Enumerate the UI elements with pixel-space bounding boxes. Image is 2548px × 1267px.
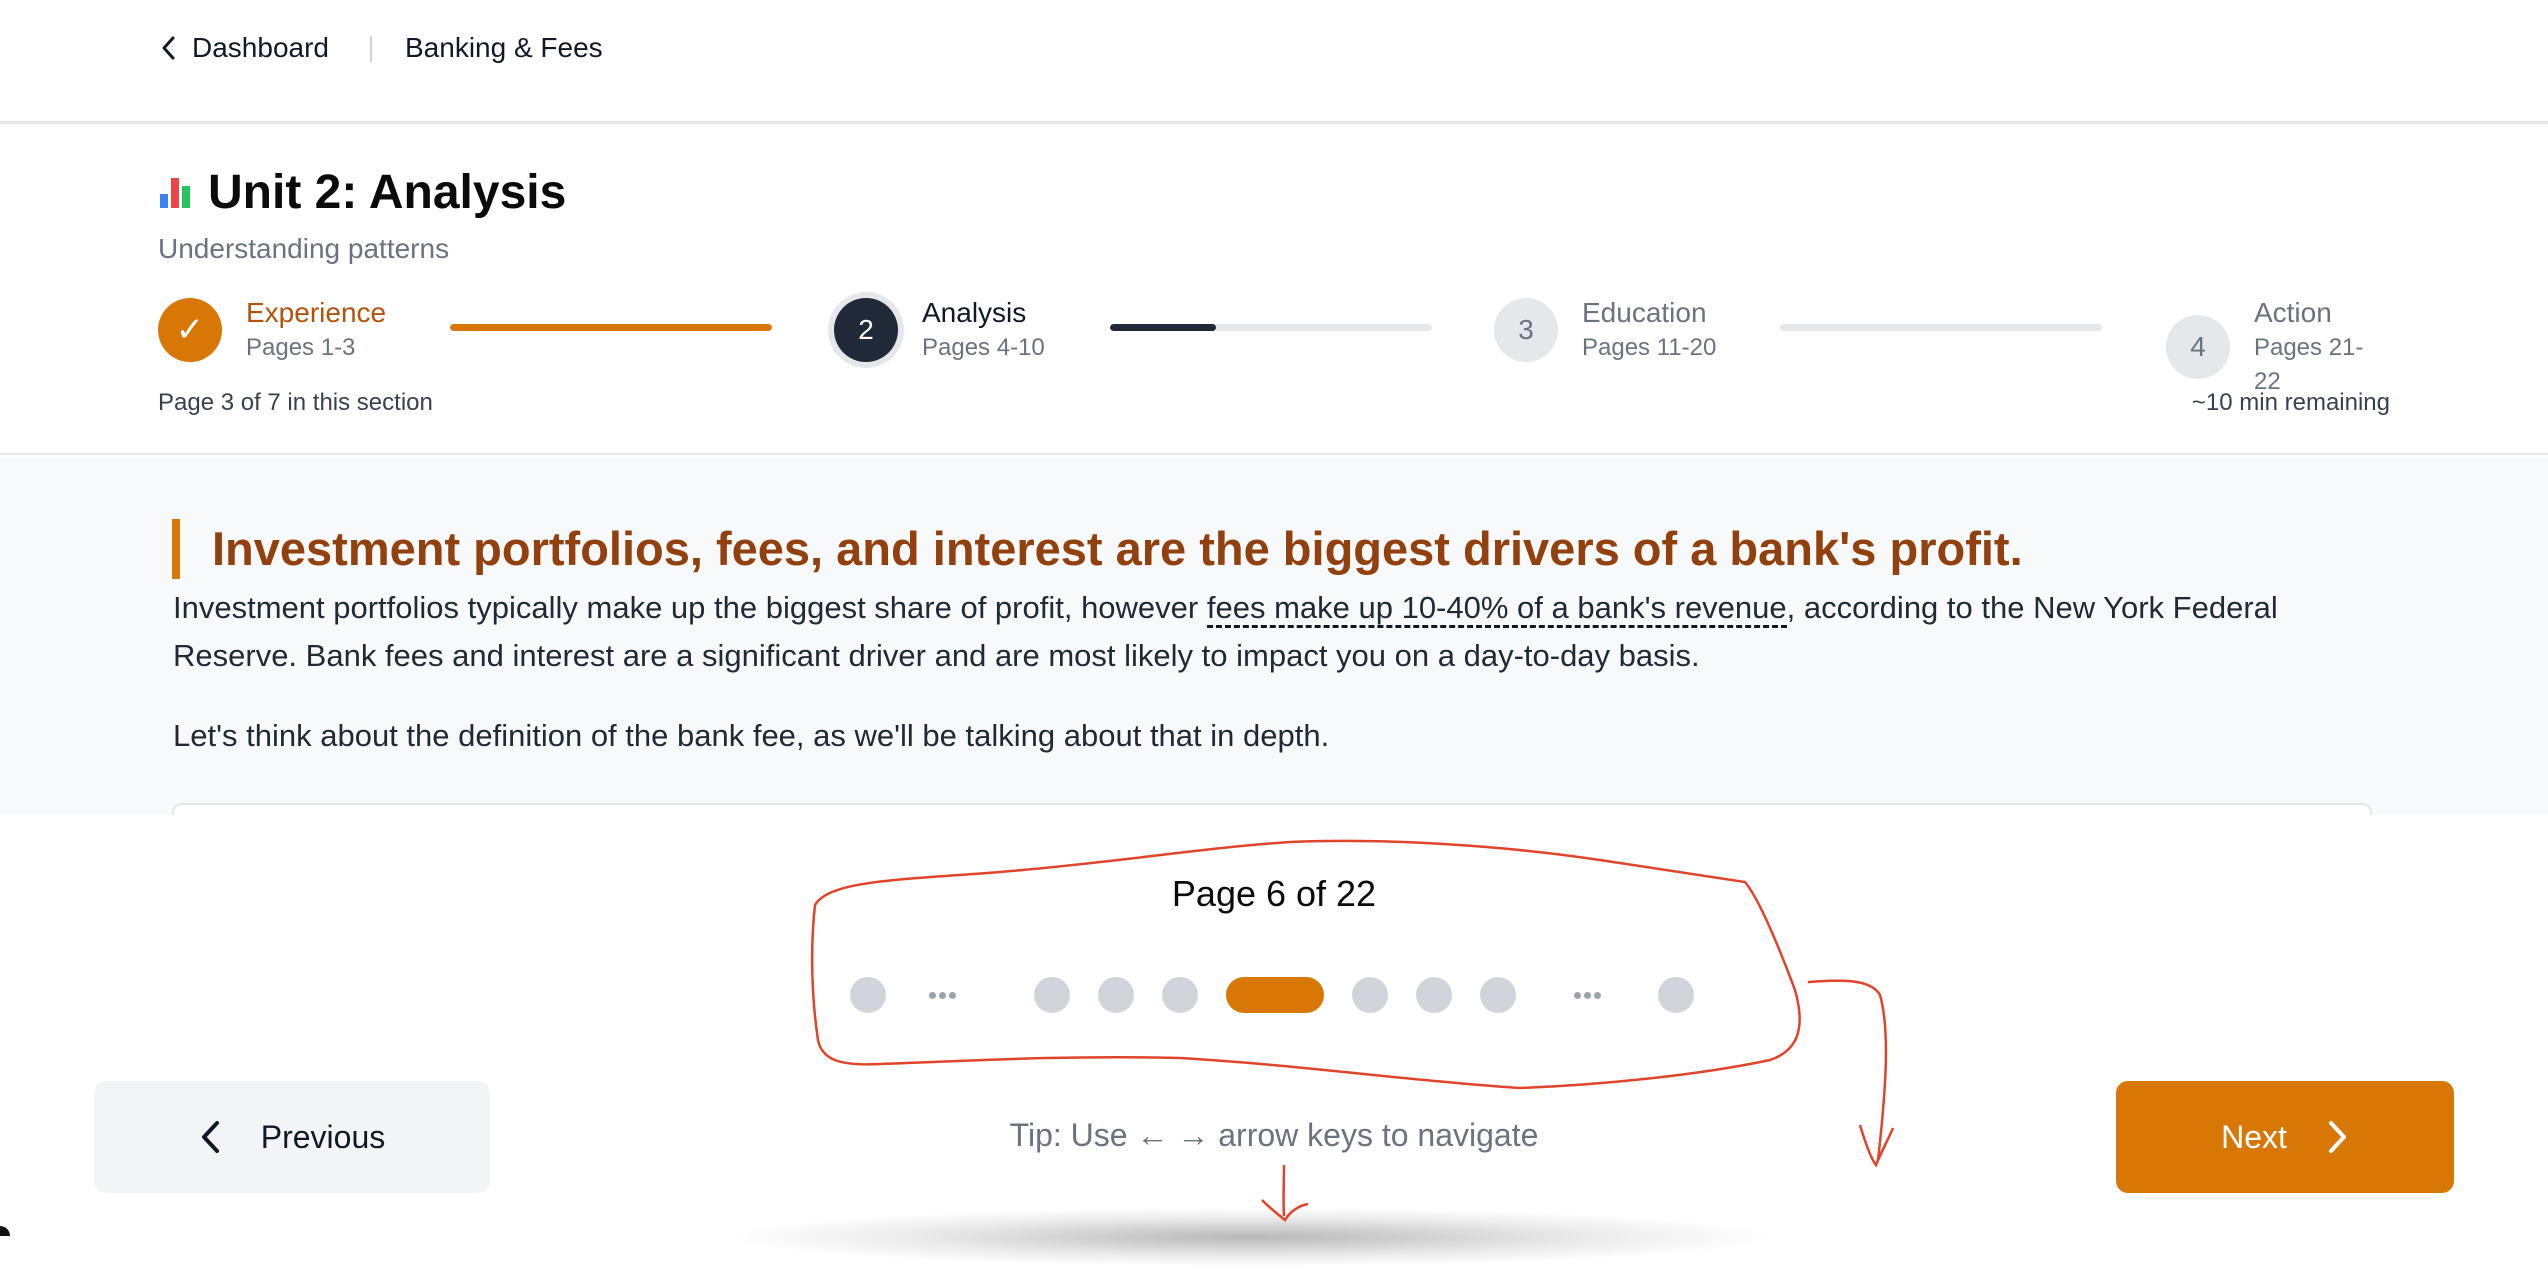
- lesson-body: Investment portfolios typically make up …: [173, 584, 2373, 760]
- section-progress-text: Page 3 of 7 in this section: [158, 389, 433, 417]
- unit-title-row: Unit 2: Analysis: [158, 163, 566, 223]
- page-dot-current[interactable]: [1226, 977, 1324, 1013]
- dashboard-link-label: Dashboard: [192, 32, 329, 64]
- unit-stepper: ✓ Experience Pages 1-3 2 Analysis Pages …: [158, 295, 2390, 375]
- unit-subtitle: Understanding patterns: [158, 233, 449, 265]
- page-dot[interactable]: [1162, 977, 1198, 1013]
- step-number: 2: [834, 298, 898, 362]
- step-track-3: [1780, 324, 2102, 331]
- step-analysis[interactable]: 2 Analysis Pages 4-10: [834, 295, 1045, 365]
- key-point-callout: Investment portfolios, fees, and interes…: [172, 519, 2372, 579]
- step-experience[interactable]: ✓ Experience Pages 1-3: [158, 295, 386, 365]
- step-pages: Pages 11-20: [1582, 331, 1716, 365]
- step-education[interactable]: 3 Education Pages 11-20: [1494, 295, 1716, 365]
- pagination-footer: Page 6 of 22 Previous Tip: Use ← → arrow…: [0, 815, 2548, 1236]
- page-dot[interactable]: [1098, 977, 1134, 1013]
- step-name: Analysis: [922, 295, 1045, 331]
- checkmark-icon: ✓: [158, 298, 222, 362]
- ellipsis-icon: [922, 977, 962, 1013]
- paragraph-2: Let's think about the definition of the …: [173, 712, 2373, 760]
- step-number: 3: [1494, 298, 1558, 362]
- next-button[interactable]: Next: [2116, 1081, 2454, 1193]
- lesson-content[interactable]: Investment portfolios, fees, and interes…: [0, 457, 2548, 815]
- step-name: Experience: [246, 295, 386, 331]
- step-pages: Pages 1-3: [246, 331, 386, 365]
- ellipsis-icon: [1567, 977, 1607, 1013]
- chevron-right-icon: [2327, 1119, 2349, 1155]
- definition-term[interactable]: fees make up 10-40% of a bank's revenue: [1207, 590, 1787, 628]
- page-dot-first[interactable]: [850, 977, 886, 1013]
- next-label: Next: [2221, 1119, 2287, 1156]
- step-name: Action: [2254, 295, 2390, 331]
- time-remaining-text: ~10 min remaining: [2192, 389, 2390, 417]
- bar-chart-icon: [158, 176, 192, 210]
- chevron-left-icon: [158, 35, 180, 61]
- page-dot[interactable]: [1416, 977, 1452, 1013]
- breadcrumb-divider: [370, 36, 372, 62]
- step-track-1: [450, 324, 772, 331]
- dashboard-back-link[interactable]: Dashboard: [158, 30, 329, 66]
- page-title: Unit 2: Analysis: [208, 163, 566, 223]
- page-dot[interactable]: [1034, 977, 1070, 1013]
- step-track-2: [1110, 324, 1432, 331]
- step-name: Education: [1582, 295, 1716, 331]
- page-dot[interactable]: [1480, 977, 1516, 1013]
- paragraph-1: Investment portfolios typically make up …: [173, 584, 2373, 680]
- drop-shadow: [720, 1207, 1780, 1267]
- top-nav: Dashboard Banking & Fees: [0, 0, 2548, 124]
- unit-header: Unit 2: Analysis Understanding patterns …: [0, 127, 2548, 455]
- page-dots: [850, 977, 1710, 1013]
- page-dot-last[interactable]: [1658, 977, 1694, 1013]
- definition-card[interactable]: [172, 803, 2372, 815]
- page-dot[interactable]: [1352, 977, 1388, 1013]
- step-action[interactable]: 4 Action Pages 21-22: [2166, 295, 2390, 399]
- key-point-heading: Investment portfolios, fees, and interes…: [212, 519, 2372, 579]
- breadcrumb-current: Banking & Fees: [405, 30, 603, 66]
- paragraph-text: Investment portfolios typically make up …: [173, 590, 1207, 625]
- page-indicator: Page 6 of 22: [0, 873, 2548, 915]
- step-number: 4: [2166, 315, 2230, 379]
- step-pages: Pages 4-10: [922, 331, 1045, 365]
